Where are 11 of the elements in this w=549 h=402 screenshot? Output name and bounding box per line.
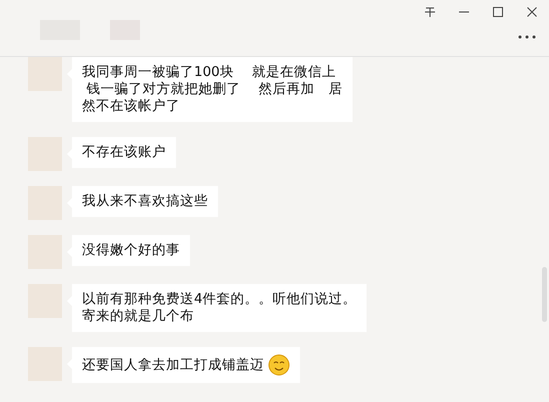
maximize-icon[interactable] bbox=[492, 6, 504, 18]
message-bubble: 我同事周一被骗了100块 就是在微信上 钱一骗了对方就把她删了 然后再加 居 然不在该帐户了 bbox=[67, 57, 353, 122]
pin-icon[interactable] bbox=[424, 6, 436, 18]
message-bubble: 还要国人拿去加工打成铺盖迈 bbox=[67, 347, 300, 383]
message-bubble: 不存在该账户 bbox=[67, 137, 176, 168]
close-icon[interactable] bbox=[526, 6, 538, 18]
message-bubble: 以前有那种免费送4件套的。。听他们说过。 寄来的就是几个布 bbox=[67, 284, 367, 332]
message-bubble: 没得嫩个好的事 bbox=[67, 235, 190, 266]
scrollbar[interactable] bbox=[542, 267, 547, 322]
message-bubble: 我从来不喜欢搞这些 bbox=[67, 186, 218, 217]
more-icon[interactable] bbox=[518, 35, 536, 39]
